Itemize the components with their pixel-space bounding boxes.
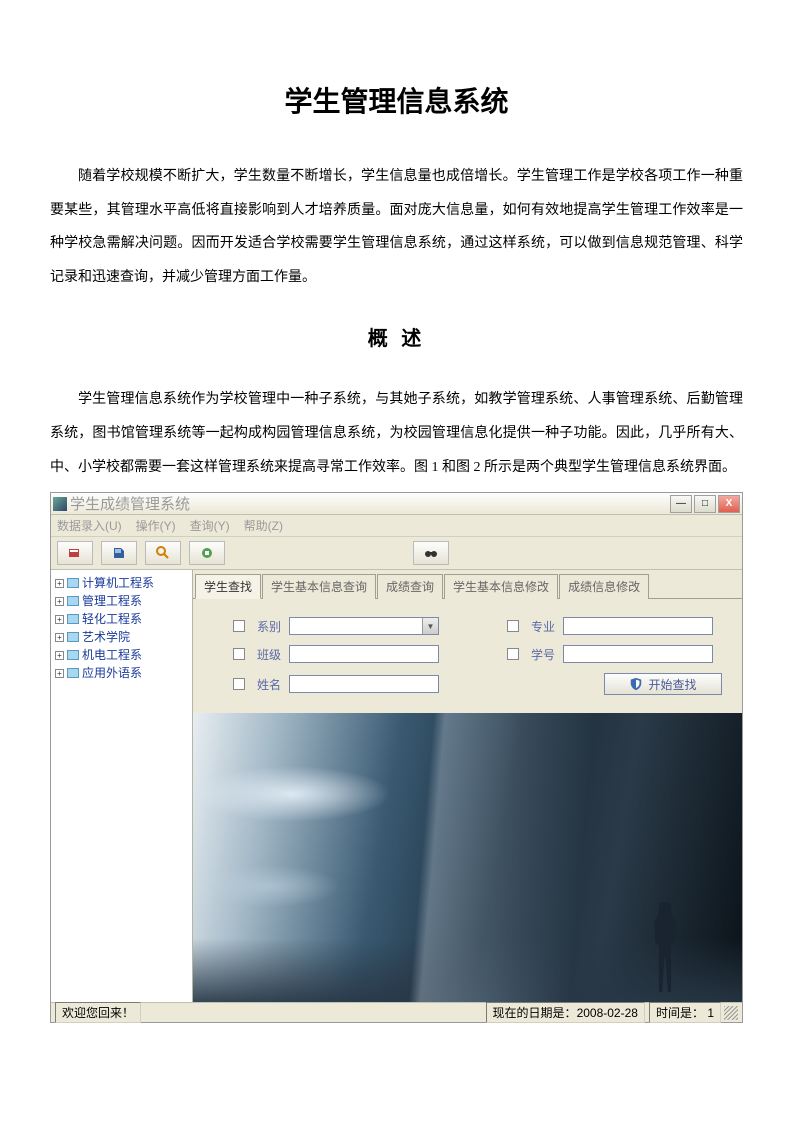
app-icon bbox=[53, 497, 67, 511]
start-search-button[interactable]: 开始查找 bbox=[604, 673, 722, 695]
maximize-button[interactable]: □ bbox=[694, 495, 716, 513]
input-name[interactable] bbox=[289, 675, 439, 693]
combo-department[interactable]: ▼ bbox=[289, 617, 439, 635]
toolbar-button-1[interactable] bbox=[57, 541, 93, 565]
menu-query[interactable]: 查询(Y) bbox=[190, 517, 230, 534]
tree-item[interactable]: +管理工程系 bbox=[53, 592, 190, 610]
toolbar bbox=[51, 537, 742, 570]
label-student-no: 学号 bbox=[525, 646, 555, 663]
toolbar-button-4[interactable] bbox=[189, 541, 225, 565]
label-name: 姓名 bbox=[251, 676, 281, 693]
status-welcome: 欢迎您回来！ bbox=[55, 1002, 141, 1023]
toolbar-button-2[interactable] bbox=[101, 541, 137, 565]
tree-item[interactable]: +应用外语系 bbox=[53, 664, 190, 682]
label-major: 专业 bbox=[525, 618, 555, 635]
checkbox-class[interactable] bbox=[233, 648, 245, 660]
status-date: 现在的日期是：2008-02-28 bbox=[486, 1002, 645, 1023]
tab-strip: 学生查找 学生基本信息查询 成绩查询 学生基本信息修改 成绩信息修改 bbox=[193, 570, 742, 599]
checkbox-student-no[interactable] bbox=[507, 648, 519, 660]
label-department: 系别 bbox=[251, 618, 281, 635]
label-class: 班级 bbox=[251, 646, 281, 663]
menu-bar: 数据录入(U) 操作(Y) 查询(Y) 帮助(Z) bbox=[51, 515, 742, 537]
tree-item[interactable]: +轻化工程系 bbox=[53, 610, 190, 628]
tab-score-edit[interactable]: 成绩信息修改 bbox=[559, 574, 649, 599]
tab-basic-info-edit[interactable]: 学生基本信息修改 bbox=[444, 574, 558, 599]
menu-help[interactable]: 帮助(Z) bbox=[244, 517, 283, 534]
tree-item[interactable]: +计算机工程系 bbox=[53, 574, 190, 592]
input-major[interactable] bbox=[563, 617, 713, 635]
tab-student-search[interactable]: 学生查找 bbox=[195, 574, 261, 599]
document-title: 学生管理信息系统 bbox=[50, 80, 743, 120]
background-image-subway bbox=[193, 713, 742, 1002]
status-bar: 欢迎您回来！ 现在的日期是：2008-02-28 时间是： 1 bbox=[51, 1002, 742, 1022]
toolbar-button-3[interactable] bbox=[145, 541, 181, 565]
checkbox-department[interactable] bbox=[233, 620, 245, 632]
menu-operation[interactable]: 操作(Y) bbox=[136, 517, 176, 534]
menu-data-entry[interactable]: 数据录入(U) bbox=[57, 517, 122, 534]
intro-paragraph-2: 学生管理信息系统作为学校管理中一种子系统，与其她子系统，如教学管理系统、人事管理… bbox=[50, 383, 743, 484]
window-titlebar[interactable]: 学生成绩管理系统 — □ X bbox=[51, 493, 742, 515]
search-form: 系别 ▼ 专业 班级 学号 bbox=[193, 599, 742, 713]
app-window: 学生成绩管理系统 — □ X 数据录入(U) 操作(Y) 查询(Y) 帮助(Z)… bbox=[50, 492, 743, 1023]
window-title: 学生成绩管理系统 bbox=[70, 493, 670, 514]
toolbar-binoculars-button[interactable] bbox=[413, 541, 449, 565]
intro-paragraph-1: 随着学校规模不断扩大，学生数量不断增长，学生信息量也成倍增长。学生管理工作是学校… bbox=[50, 160, 743, 294]
checkbox-major[interactable] bbox=[507, 620, 519, 632]
tree-item[interactable]: +机电工程系 bbox=[53, 646, 190, 664]
status-time: 时间是： 1 bbox=[649, 1002, 721, 1023]
minimize-button[interactable]: — bbox=[670, 495, 692, 513]
section-heading-overview: 概 述 bbox=[50, 322, 743, 351]
tab-score-query[interactable]: 成绩查询 bbox=[377, 574, 443, 599]
tab-basic-info-query[interactable]: 学生基本信息查询 bbox=[262, 574, 376, 599]
resize-grip-icon[interactable] bbox=[724, 1006, 738, 1020]
input-class[interactable] bbox=[289, 645, 439, 663]
department-tree: +计算机工程系 +管理工程系 +轻化工程系 +艺术学院 +机电工程系 +应用外语… bbox=[51, 570, 193, 1002]
checkbox-name[interactable] bbox=[233, 678, 245, 690]
input-student-no[interactable] bbox=[563, 645, 713, 663]
tree-item[interactable]: +艺术学院 bbox=[53, 628, 190, 646]
shield-search-icon bbox=[629, 677, 643, 691]
chevron-down-icon: ▼ bbox=[422, 618, 438, 634]
close-button[interactable]: X bbox=[718, 495, 740, 513]
